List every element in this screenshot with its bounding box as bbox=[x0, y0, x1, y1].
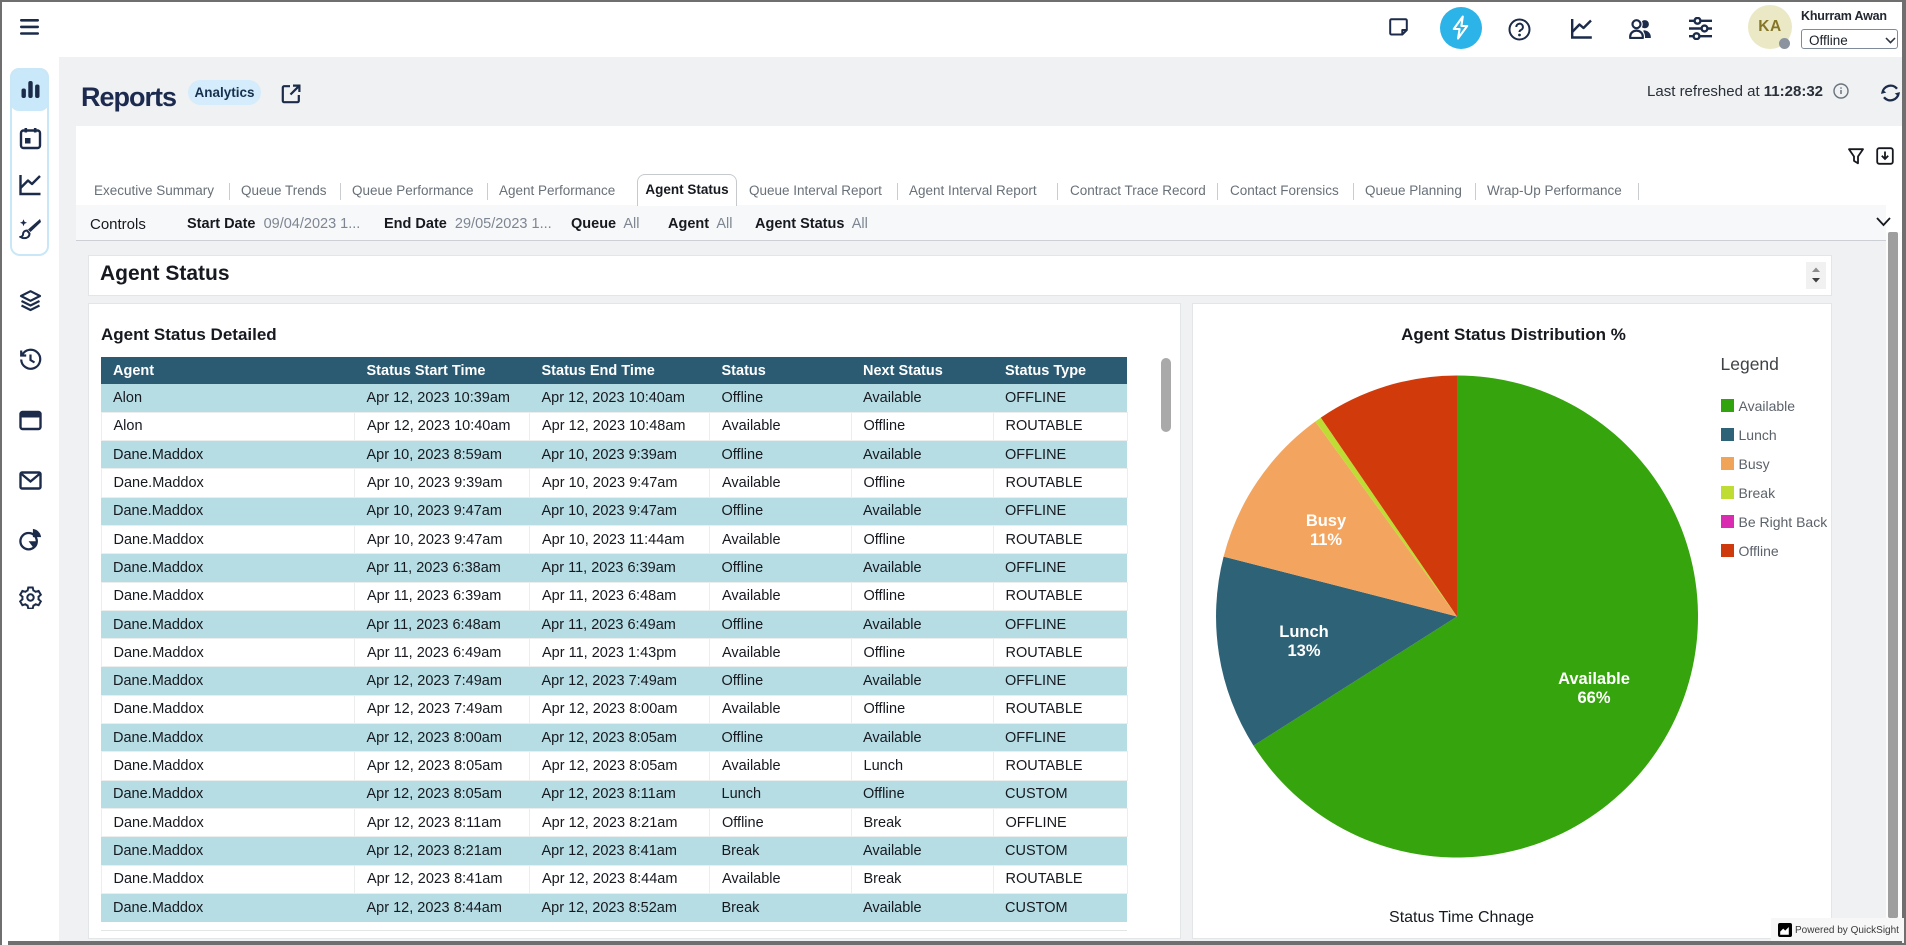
svg-text:11%: 11% bbox=[1310, 531, 1342, 549]
svg-text:Available: Available bbox=[1558, 670, 1630, 688]
svg-text:13%: 13% bbox=[1287, 642, 1320, 660]
svg-text:66%: 66% bbox=[1577, 689, 1610, 707]
svg-text:Lunch: Lunch bbox=[1279, 623, 1329, 641]
svg-text:Busy: Busy bbox=[1306, 512, 1347, 530]
